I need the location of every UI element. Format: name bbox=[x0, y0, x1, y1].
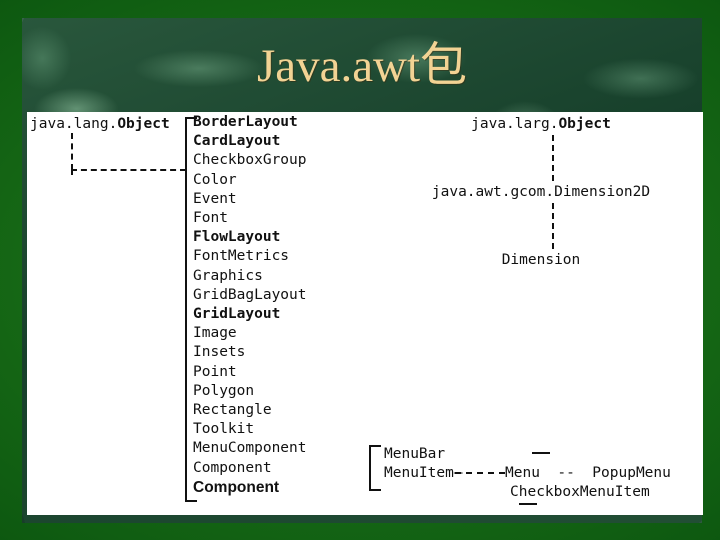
left-horizontal-connector bbox=[71, 169, 186, 171]
class-list-item: Toolkit bbox=[193, 421, 255, 438]
left-root-prefix: java.lang. bbox=[30, 116, 118, 132]
class-list-item: FlowLayout bbox=[193, 229, 281, 246]
right-root-label: java.larg.Object bbox=[353, 116, 720, 132]
left-root-bold: Object bbox=[117, 116, 170, 132]
class-list-item: Font bbox=[193, 210, 228, 227]
class-list-item: MenuComponent bbox=[193, 440, 307, 457]
slide: Java.awt包 java.lang.Object BorderLayout C… bbox=[0, 0, 720, 540]
right-root-bold: Object bbox=[558, 116, 611, 132]
menu-dash-bottom bbox=[519, 503, 537, 505]
class-list-item: FontMetrics bbox=[193, 248, 290, 265]
right-connector-2 bbox=[552, 203, 554, 249]
class-list-item: Component bbox=[193, 459, 272, 476]
class-list-item: CardLayout bbox=[193, 133, 281, 150]
checkbox-menu-item-label: CheckboxMenuItem bbox=[510, 484, 650, 500]
class-list-item: Component bbox=[193, 478, 280, 496]
class-list: BorderLayout CardLayout CheckboxGroup Color… bbox=[193, 113, 307, 497]
class-list-item: CheckboxGroup bbox=[193, 152, 307, 169]
class-list-item: Point bbox=[193, 363, 237, 380]
menu-cluster-bracket bbox=[369, 445, 381, 491]
class-list-item: GridBagLayout bbox=[193, 286, 307, 303]
class-list-item: Color bbox=[193, 171, 237, 188]
right-level3-label: Dimension bbox=[501, 252, 581, 268]
class-list-item: Polygon bbox=[193, 382, 255, 399]
class-list-item: Graphics bbox=[193, 267, 263, 284]
page-title: Java.awt包 bbox=[256, 40, 468, 92]
class-list-item: BorderLayout bbox=[193, 114, 298, 130]
menu-bar-label: MenuBar bbox=[384, 446, 446, 462]
menu-dash-top bbox=[532, 452, 550, 454]
menu-item-label: MenuItem— bbox=[384, 465, 463, 481]
class-list-item: Image bbox=[193, 325, 237, 342]
menu-popupmenu-label: Menu -- PopupMenu bbox=[505, 465, 671, 481]
right-connector-1 bbox=[552, 135, 554, 181]
class-list-item: Insets bbox=[193, 344, 246, 361]
left-root-label: java.lang.Object bbox=[30, 116, 170, 132]
class-list-item: Rectangle bbox=[193, 402, 272, 419]
content-panel: java.lang.Object BorderLayout CardLayout C… bbox=[27, 112, 703, 515]
right-level2-label: java.awt.gcom.Dimension2D bbox=[431, 184, 651, 200]
class-list-item: Event bbox=[193, 190, 237, 207]
menu-dash-run bbox=[455, 472, 505, 474]
class-list-item: GridLayout bbox=[193, 306, 281, 323]
right-root-prefix: java.larg. bbox=[471, 116, 559, 132]
